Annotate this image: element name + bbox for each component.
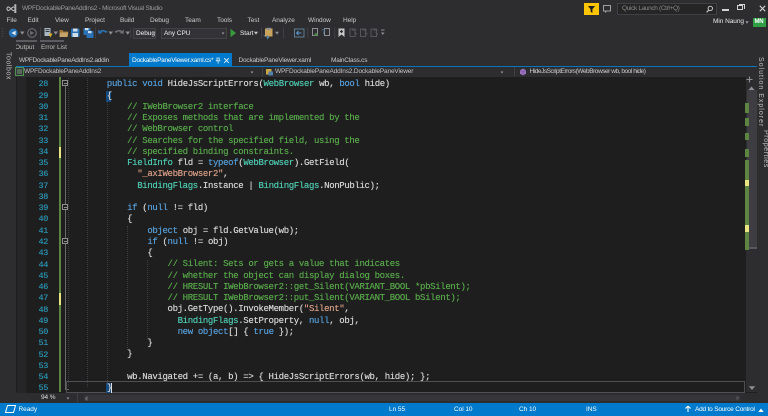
svg-text:?: ? [322, 29, 326, 36]
